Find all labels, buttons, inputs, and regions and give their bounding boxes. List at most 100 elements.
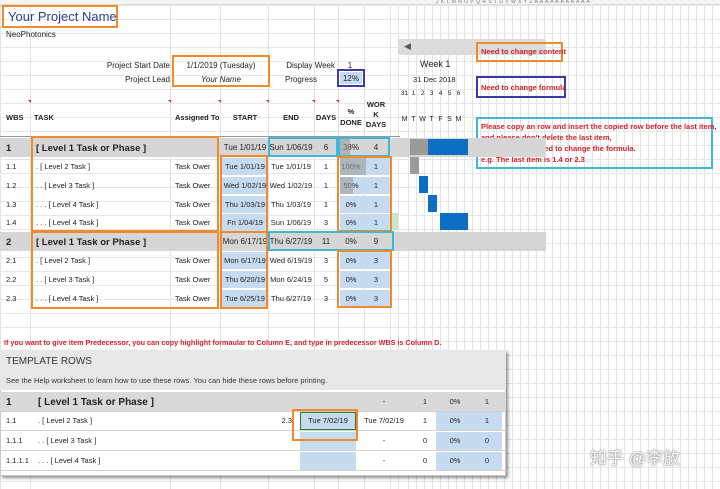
row-wbs[interactable]: 1.4 [6,219,16,227]
grid-row-line [0,327,720,328]
template-wbs[interactable]: 1.1.1.1 [6,457,29,465]
row-wbs[interactable]: 1 [6,144,11,154]
gantt-bar[interactable] [428,139,468,155]
row-days[interactable]: 5 [314,276,338,284]
day-number: 3 [429,90,434,97]
row-end[interactable]: Sun 1/06/19 [268,219,314,227]
column-letters-right: J K L M N O P Q R S T U V W X Y Z A A A … [436,0,591,5]
row-end[interactable]: Mon 6/24/19 [268,276,314,284]
template-days[interactable]: 0 [414,457,436,465]
row-days[interactable]: 3 [314,219,338,227]
instruction-line-1: Please copy an row and insert the copied… [481,122,717,131]
phase2-done-highlight [337,250,392,308]
template-work-days[interactable]: 1 [474,417,500,425]
template-task[interactable]: . [ Level 2 Task ] [38,417,92,425]
gantt-bar[interactable] [428,195,437,212]
header-end: END [283,113,299,122]
project-start-label: Project Start Date [106,61,170,70]
end-days-formula-highlight-1 [268,137,338,157]
template-end[interactable]: Tue 7/02/19 [358,417,410,425]
grid-col-line [560,0,561,489]
template-end[interactable]: - [358,437,410,445]
day-letter: M [401,116,408,123]
template-done[interactable]: 0% [440,398,470,406]
grid-col-line [616,0,617,489]
day-letter: F [438,116,443,123]
template-title: TEMPLATE ROWS [6,356,92,367]
predecessor-note: If you want to give item Predecessor, yo… [4,338,442,347]
row-days[interactable]: 1 [314,163,338,171]
template-task[interactable]: [ Level 1 Task or Phase ] [38,398,154,408]
comment-marker-icon [336,100,339,103]
row-wbs[interactable]: 2.3 [6,295,16,303]
day-letter: S [447,116,452,123]
row-days[interactable]: 3 [314,295,338,303]
done-work-formula-highlight-1 [338,137,390,157]
project-lead-label: Project Lead [125,75,170,84]
grid-col-line [552,0,553,489]
template-days[interactable]: 1 [414,417,436,425]
project-title[interactable]: Your Project Name [8,10,117,23]
template-work-days[interactable]: 0 [474,437,500,445]
template-done[interactable]: 0% [440,437,470,445]
row-start[interactable]: Tue 1/01/19 [222,144,268,152]
row-days[interactable]: 3 [314,257,338,265]
row-end[interactable]: Tue 1/01/19 [268,163,314,171]
grid-col-line [632,0,633,489]
company-name[interactable]: NeoPhotonics [6,31,56,39]
project-lead-value[interactable]: Your Name [174,76,268,84]
template-done[interactable]: 0% [440,417,470,425]
row-wbs[interactable]: 2.2 [6,276,16,284]
day-number: 31 [400,90,409,97]
template-done[interactable]: 0% [440,457,470,465]
template-work-days[interactable]: 0 [474,457,500,465]
week-label: Week 1 [420,59,451,69]
row-end[interactable]: Wed 6/19/19 [268,257,314,265]
template-wbs[interactable]: 1.1.1 [6,437,23,445]
grid-col-line [640,0,641,489]
header-assigned: Assigned To [175,113,220,122]
grid-col-line [672,0,673,489]
template-row-line [0,430,506,431]
row-wbs[interactable]: 1.1 [6,163,16,171]
phase2-start-highlight [220,231,268,309]
template-end[interactable]: - [358,398,410,406]
template-row-line [0,470,506,471]
row-end[interactable]: Thu 6/27/19 [268,295,314,303]
template-wbs[interactable]: 1.1 [6,417,16,425]
gantt-bar[interactable] [440,213,468,230]
project-start-value[interactable]: 1/1/2019 (Tuesday) [174,62,268,70]
watermark: 知乎 @李放 [590,449,680,468]
row-wbs[interactable]: 1.3 [6,201,16,209]
phase2-task-highlight [31,231,219,309]
week-date: 31 Dec 2018 [413,75,456,84]
header-task: TASK [34,113,54,122]
gantt-bar[interactable] [410,157,419,174]
row-wbs[interactable]: 2 [6,238,11,248]
grid-row-line [0,313,720,314]
row-days[interactable]: 1 [314,182,338,190]
template-work-days[interactable]: 1 [474,398,500,406]
template-wbs[interactable]: 1 [6,398,12,408]
row-wbs[interactable]: 1.2 [6,182,16,190]
row-wbs[interactable]: 2.1 [6,257,16,265]
gantt-bar[interactable] [410,139,428,155]
template-end[interactable]: - [358,457,410,465]
template-predecessor[interactable]: 2.3 [270,417,292,425]
template-row-line [0,450,506,451]
template-task[interactable]: . . [ Level 3 Task ] [38,437,96,445]
row-end[interactable]: Thu 1/03/19 [268,201,314,209]
template-days[interactable]: 0 [414,437,436,445]
scroll-left-icon[interactable]: ◀ [404,42,411,51]
gantt-bar[interactable] [419,176,428,193]
row-days[interactable]: 1 [314,201,338,209]
template-days[interactable]: 1 [414,398,436,406]
template-task[interactable]: . . . [ Level 4 Task ] [38,457,100,465]
row-end[interactable]: Wed 1/02/19 [268,182,314,190]
day-letter: W [419,116,426,123]
grid-row-line [0,103,720,104]
progress-value: 12% [342,74,359,83]
grid-col-line [704,0,705,489]
grid-row-line [0,33,720,34]
header-wbs: WBS [6,113,24,122]
